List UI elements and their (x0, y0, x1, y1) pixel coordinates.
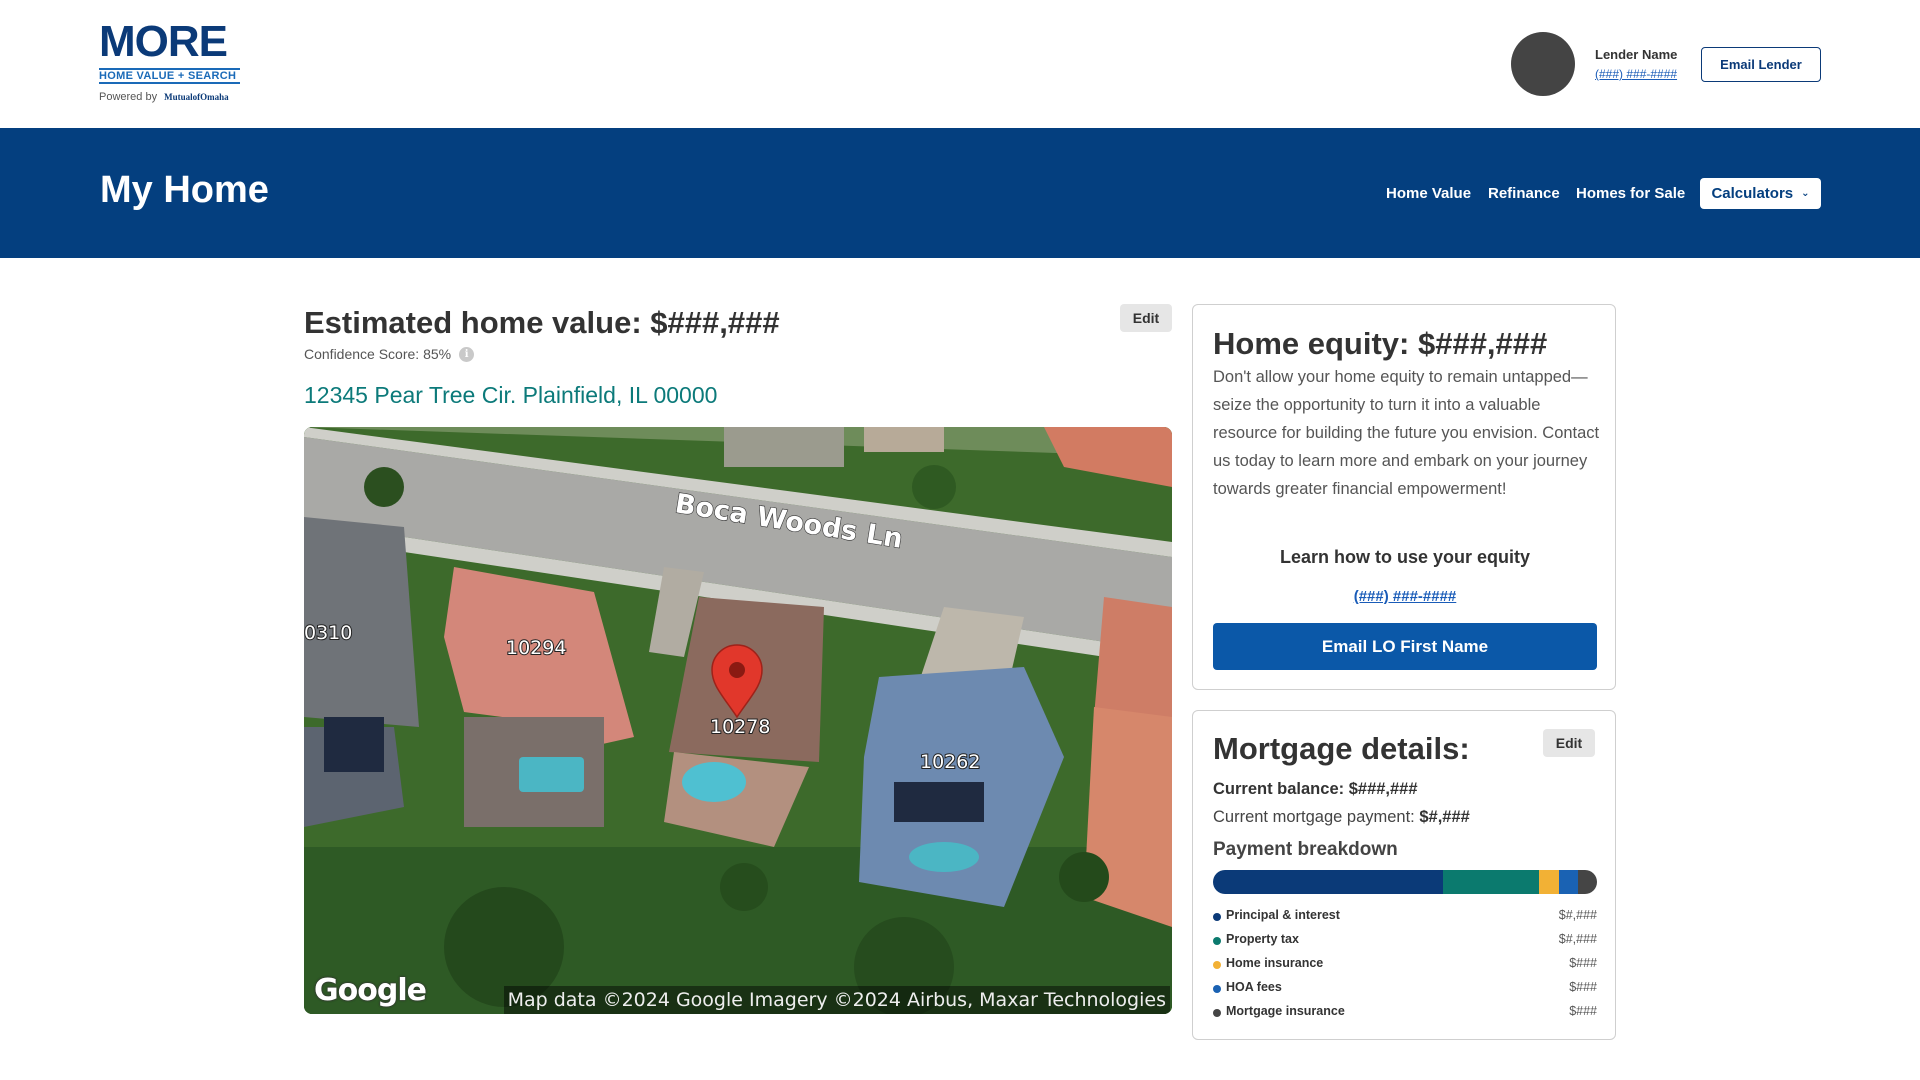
legend-label: Mortgage insurance (1226, 1004, 1345, 1018)
map-house-number: 10262 (920, 751, 980, 773)
map-house-number: 10294 (506, 637, 566, 659)
legend-row: Home insurance $### (1213, 952, 1597, 976)
mortgage-payment-value: $#,### (1419, 808, 1470, 826)
payment-segment (1213, 870, 1444, 894)
page-title: My Home (100, 169, 269, 211)
current-balance: Current balance: $###,### (1213, 780, 1418, 799)
legend-dot (1213, 1009, 1221, 1017)
nav-refinance[interactable]: Refinance (1488, 185, 1560, 202)
map-attribution: Map data ©2024 Google Imagery ©2024 Airb… (503, 986, 1170, 1014)
current-mortgage-payment: Current mortgage payment: $#,### (1213, 808, 1470, 827)
property-address: 12345 Pear Tree Cir. Plainfield, IL 0000… (304, 382, 718, 408)
chevron-down-icon: ⌄ (1801, 188, 1810, 199)
google-logo: Google (314, 973, 427, 1008)
estimated-home-value: Estimated home value: $###,### (304, 305, 780, 340)
email-lo-button[interactable]: Email LO First Name (1213, 623, 1597, 670)
confidence-score: Confidence Score: 85% i (304, 346, 475, 362)
confidence-score-label: Confidence Score: 85% (304, 346, 452, 362)
nav-home-value[interactable]: Home Value (1386, 185, 1471, 202)
info-icon[interactable]: i (459, 346, 475, 362)
payment-breakdown-title: Payment breakdown (1213, 839, 1398, 860)
edit-home-value-button[interactable]: Edit (1120, 304, 1172, 332)
logo-wordmark: MORE (99, 17, 228, 66)
payment-segment (1558, 870, 1578, 894)
legend-dot (1213, 913, 1221, 921)
satellite-map[interactable]: Boca Woods Ln 0310 10294 10278 10262 Goo… (304, 427, 1172, 1014)
nav-homes-for-sale[interactable]: Homes for Sale (1576, 185, 1685, 202)
home-equity-description: Don't allow your home equity to remain u… (1213, 368, 1600, 498)
legend-label: Property tax (1226, 932, 1299, 946)
legend-row: Mortgage insurance $### (1213, 1000, 1597, 1024)
legend-row: Principal & interest $#,### (1213, 904, 1597, 928)
payment-segment (1443, 870, 1540, 894)
powered-by: Powered by MutualofOmaha (99, 91, 229, 103)
legend-label: HOA fees (1226, 980, 1282, 994)
legend-dot (1213, 961, 1221, 969)
home-equity-card: Home equity: $###,### Don't allow your h… (1192, 304, 1616, 690)
legend-dot (1213, 985, 1221, 993)
lender-name: Lender Name (1595, 47, 1678, 62)
payment-segment (1539, 870, 1559, 894)
legend-value: $### (1569, 956, 1597, 970)
home-equity-title: Home equity: $###,### (1213, 326, 1548, 361)
edit-mortgage-button[interactable]: Edit (1543, 729, 1595, 757)
lender-phone-link[interactable]: (###) ###-#### (1595, 67, 1677, 81)
calculators-dropdown[interactable]: Calculators ⌄ (1700, 178, 1821, 209)
map-imagery: Boca Woods Ln 0310 10294 10278 10262 (304, 427, 1172, 1014)
legend-value: $### (1569, 1004, 1597, 1018)
calculators-label: Calculators (1711, 185, 1794, 202)
legend-row: HOA fees $### (1213, 976, 1597, 1000)
legend-label: Principal & interest (1226, 908, 1340, 922)
map-house-number: 0310 (304, 622, 352, 644)
legend-value: $#,### (1558, 932, 1597, 946)
lender-avatar (1511, 32, 1575, 96)
legend-dot (1213, 937, 1221, 945)
payment-breakdown-legend: Principal & interest $#,### Property tax… (1213, 904, 1597, 1024)
mutual-of-omaha-logo: MutualofOmaha (164, 92, 229, 102)
mortgage-details-card: Mortgage details: Edit Current balance: … (1192, 710, 1616, 1040)
legend-row: Property tax $#,### (1213, 928, 1597, 952)
powered-by-label: Powered by (99, 91, 158, 103)
legend-value: $#,### (1558, 908, 1597, 922)
legend-value: $### (1569, 980, 1597, 994)
mortgage-payment-label: Current mortgage payment: (1213, 808, 1415, 826)
lo-phone-link[interactable]: (###) ###-#### (1193, 588, 1617, 605)
more-logo[interactable]: MORE HOME VALUE + SEARCH Powered by Mutu… (99, 20, 244, 110)
payment-segment (1577, 870, 1597, 894)
mortgage-details-title: Mortgage details: (1213, 731, 1470, 766)
legend-label: Home insurance (1226, 956, 1324, 970)
email-lender-button[interactable]: Email Lender (1701, 47, 1821, 82)
map-house-number: 10278 (710, 716, 770, 738)
top-bar: MORE HOME VALUE + SEARCH Powered by Mutu… (0, 0, 1920, 128)
learn-equity-heading: Learn how to use your equity (1279, 547, 1531, 567)
current-balance-label: Current balance: (1213, 780, 1345, 798)
page-header-band: My Home Home Value Refinance Homes for S… (0, 128, 1920, 258)
logo-subtitle: HOME VALUE + SEARCH (99, 68, 240, 84)
payment-breakdown-bar (1213, 870, 1597, 894)
current-balance-value: $###,### (1348, 780, 1418, 798)
